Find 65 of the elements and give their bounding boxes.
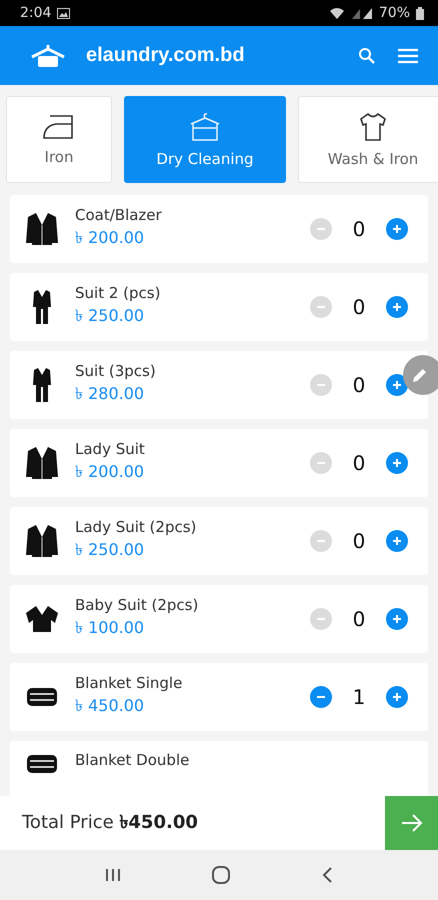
increase-button[interactable] <box>386 452 408 474</box>
item-price: ৳ 100.00 <box>75 617 146 639</box>
item-name: Blanket Single <box>75 674 184 692</box>
item-price: ৳ 250.00 <box>75 539 146 561</box>
home-icon[interactable] <box>211 865 231 885</box>
item-name: Lady Suit (2pcs) <box>75 518 198 536</box>
quantity: 0 <box>352 373 366 397</box>
hanger-icon <box>189 112 221 142</box>
decrease-button[interactable] <box>310 686 332 708</box>
item-name: Baby Suit (2pcs) <box>75 596 200 614</box>
increase-button[interactable] <box>386 374 408 396</box>
search-icon[interactable] <box>358 46 376 64</box>
jacket-icon <box>24 445 60 481</box>
increase-button[interactable] <box>386 608 408 630</box>
item-price: ৳ 450.00 <box>75 695 146 717</box>
pencil-icon <box>412 368 426 382</box>
wifi-icon <box>328 7 345 19</box>
item-price: ৳ 200.00 <box>75 461 146 483</box>
category-tab[interactable]: Iron <box>6 96 112 183</box>
clock: 2:04 <box>20 5 52 21</box>
plus-icon <box>392 380 402 390</box>
item-price: ৳ 250.00 <box>75 305 146 327</box>
blanket-icon <box>25 754 59 774</box>
shirt-icon <box>358 112 388 142</box>
item-price: ৳ 280.00 <box>75 383 146 405</box>
total-price: Total Price ৳450.00 <box>21 810 199 834</box>
blanket-icon <box>25 687 59 707</box>
quantity: 0 <box>352 217 366 241</box>
quantity: 1 <box>352 685 366 709</box>
item-name: Blanket Double <box>75 751 190 769</box>
recent-apps-icon[interactable] <box>105 867 121 883</box>
item-name: Suit 2 (pcs) <box>75 284 162 302</box>
iron-icon <box>42 114 76 140</box>
increase-button[interactable] <box>386 530 408 552</box>
item-name: Lady Suit <box>75 440 146 458</box>
plus-icon <box>392 692 402 702</box>
battery-icon <box>416 6 424 20</box>
category-tab[interactable]: Dry Cleaning <box>124 96 286 183</box>
quantity: 0 <box>352 451 366 475</box>
logo-icon <box>30 44 66 68</box>
plus-icon <box>392 536 402 546</box>
image-icon <box>57 8 70 18</box>
next-button[interactable] <box>385 796 438 850</box>
plus-icon <box>392 224 402 234</box>
app-title: elaundry.com.bd <box>86 44 245 67</box>
category-tab[interactable]: Wash & Iron <box>298 96 438 183</box>
item-name: Coat/Blazer <box>75 206 163 224</box>
plus-icon <box>392 614 402 624</box>
battery-level: 70% <box>378 5 410 21</box>
item-name: Suit (3pcs) <box>75 362 157 380</box>
jacket-icon <box>24 211 60 247</box>
item-price: ৳ 200.00 <box>75 227 146 249</box>
jacket-icon <box>24 523 60 559</box>
arrow-right-icon <box>400 814 422 832</box>
increase-button[interactable] <box>386 296 408 318</box>
quantity: 0 <box>352 295 366 319</box>
plus-icon <box>392 458 402 468</box>
back-icon[interactable] <box>321 866 333 884</box>
increase-button[interactable] <box>386 218 408 240</box>
increase-button[interactable] <box>386 686 408 708</box>
quantity: 0 <box>352 529 366 553</box>
plus-icon <box>392 302 402 312</box>
quantity: 0 <box>352 607 366 631</box>
signal-icon <box>350 7 373 19</box>
menu-icon[interactable] <box>398 48 418 64</box>
